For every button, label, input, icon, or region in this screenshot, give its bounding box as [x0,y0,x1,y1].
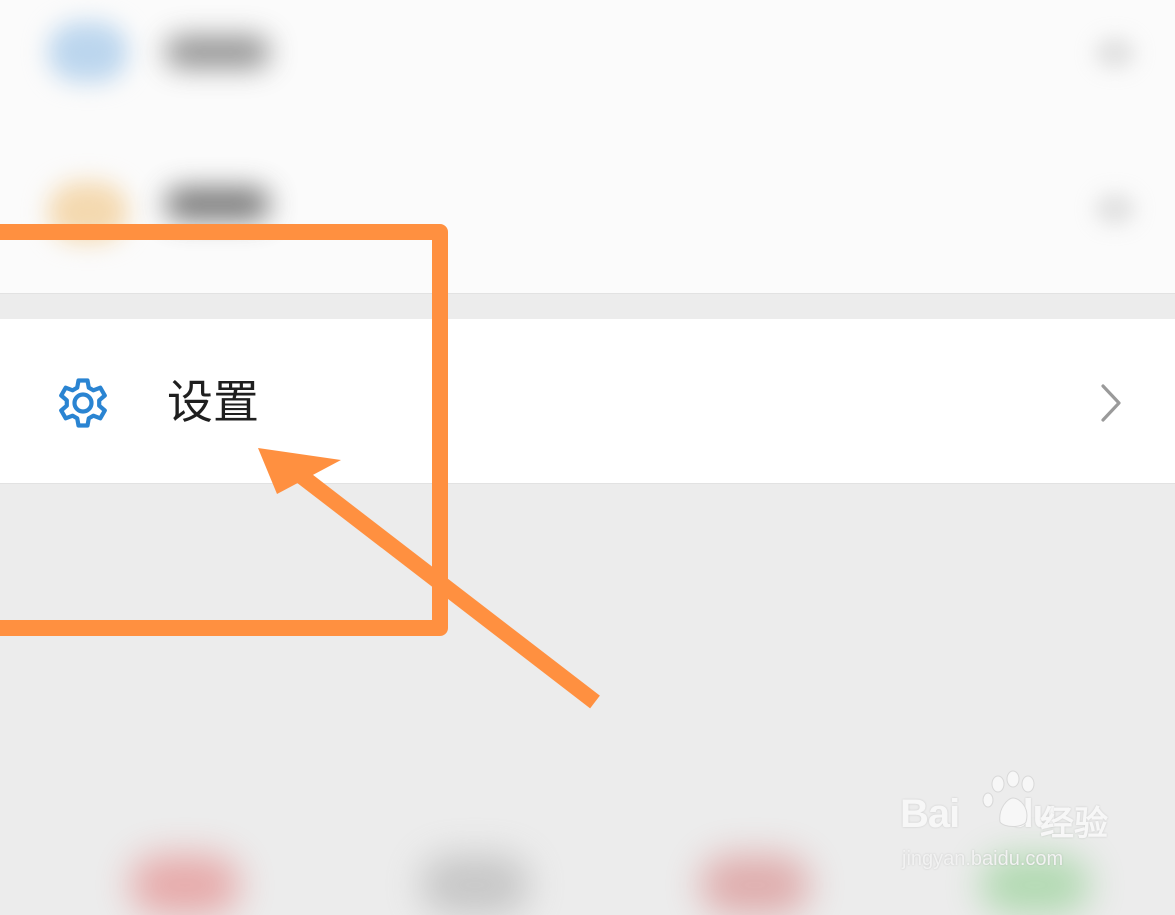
blurred-list-item[interactable] [0,146,1175,266]
blurred-bottom-item [700,855,810,915]
section-divider [0,293,1175,294]
blurred-chevron-icon [1095,38,1135,68]
blurred-menu-panel [0,0,1175,293]
pointer-arrow [258,448,600,709]
baidu-watermark: Bai du 经验 jingyan.baidu.com [900,770,1120,880]
chevron-right-icon [1101,384,1121,422]
blurred-list-item[interactable] [0,0,1175,120]
watermark-suffix: 经验 [1040,804,1108,844]
blurred-item-label [165,36,270,68]
watermark-url: jingyan.baidu.com [902,848,1064,870]
paw-icon [982,770,1035,827]
blurred-chevron-icon [1095,194,1135,224]
gear-icon [59,378,107,428]
blurred-item-label [165,188,270,220]
settings-label: 设置 [167,375,259,429]
blurred-app-icon [48,182,128,242]
blurred-bottom-item [130,855,240,915]
section-divider [0,483,1175,484]
blurred-app-icon [48,22,128,82]
blurred-bottom-item [420,855,530,915]
